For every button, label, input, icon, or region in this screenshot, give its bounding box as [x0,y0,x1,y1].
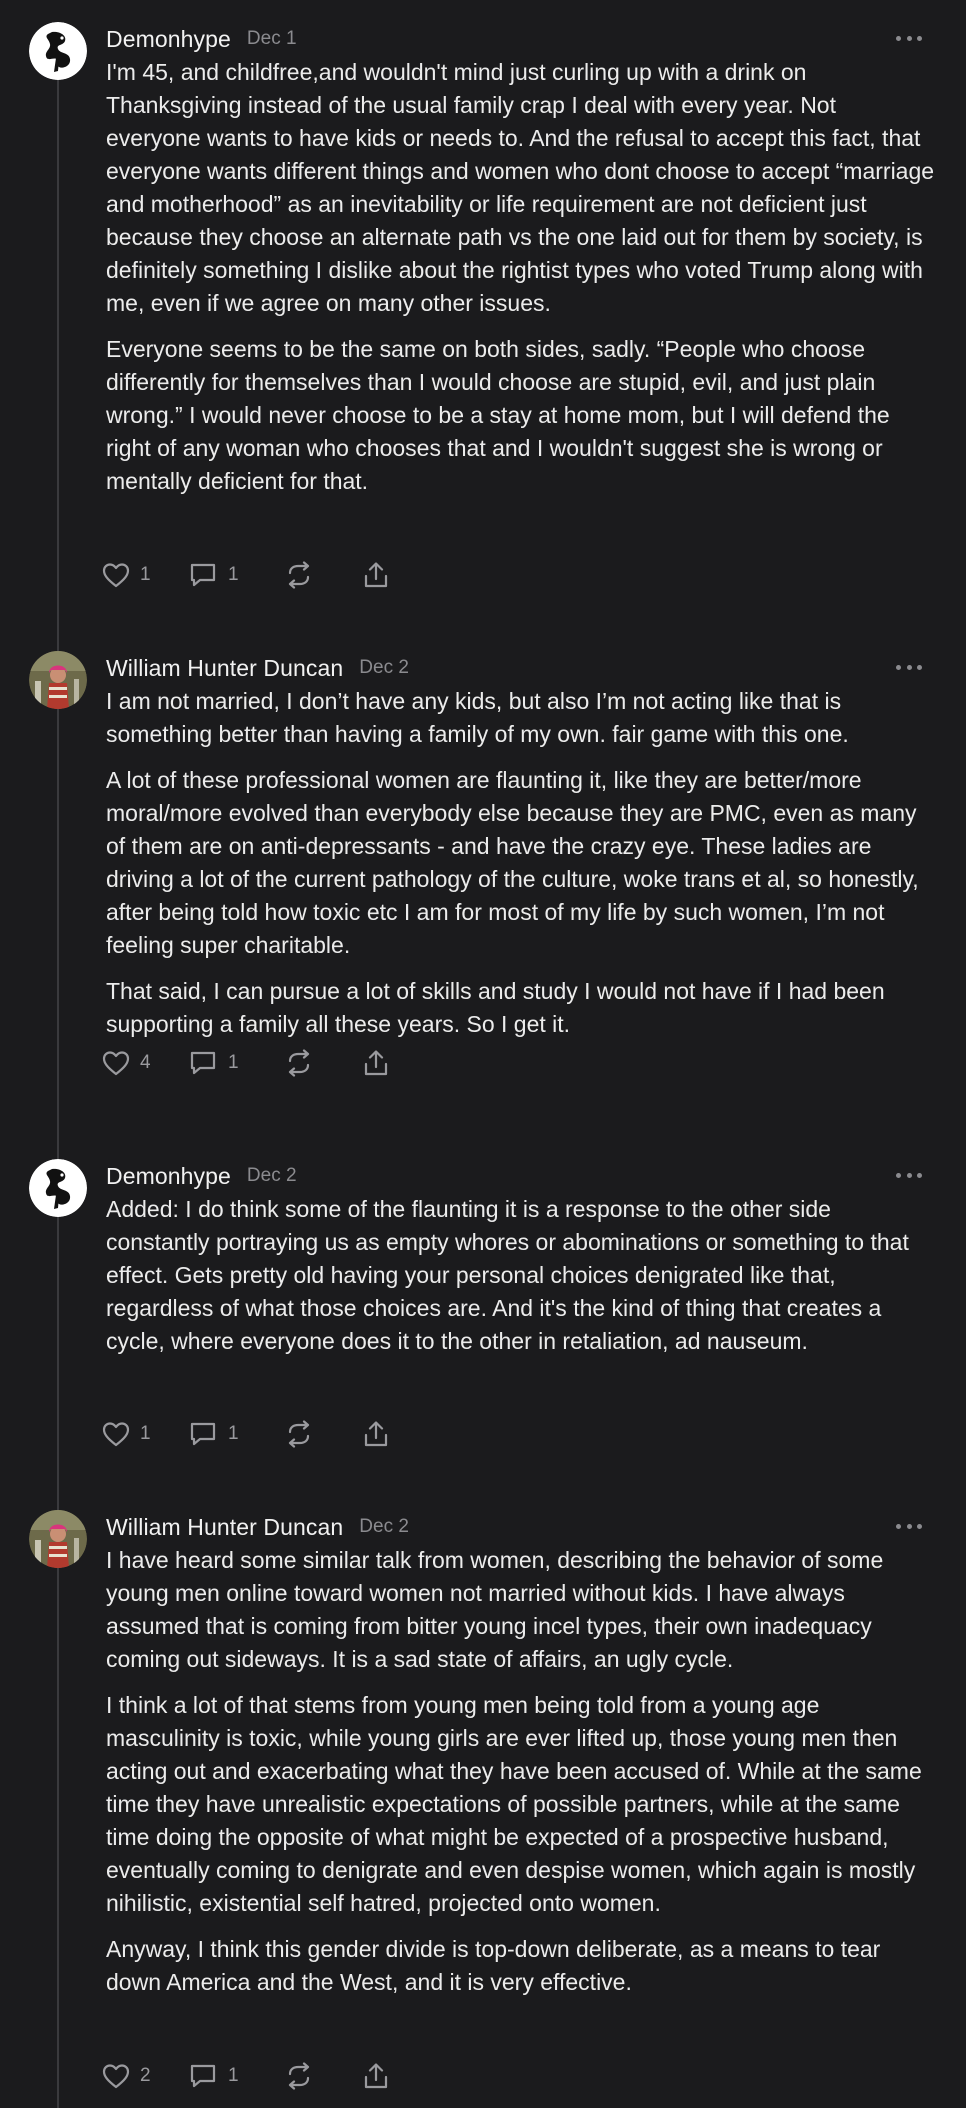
like-count: 4 [140,1052,151,1073]
avatar[interactable] [29,1510,87,1568]
comment-paragraph: Added: I do think some of the flaunting … [106,1196,909,1354]
comment-actions: 4 1 [102,1045,390,1081]
like-count: 1 [140,564,151,585]
comment-header: Demonhype Dec 1 [106,24,926,54]
heart-icon [102,562,130,588]
avatar[interactable] [29,22,87,80]
comment-header: Demonhype Dec 2 [106,1161,926,1191]
reply-count: 1 [228,1423,239,1444]
more-horizontal-icon[interactable] [896,1516,922,1536]
reply-button[interactable]: 1 [188,1049,284,1077]
reply-button[interactable]: 1 [188,2062,284,2090]
heart-icon [102,1421,130,1447]
author-name[interactable]: Demonhype [106,1163,231,1190]
comment-header: William Hunter Duncan Dec 2 [106,653,926,683]
like-count: 1 [140,1423,151,1444]
reply-button[interactable]: 1 [188,1420,284,1448]
comment-date[interactable]: Dec 2 [359,1516,409,1538]
comment-body: Added: I do think some of the flaunting … [106,1193,936,1371]
like-count: 2 [140,2065,151,2086]
author-name[interactable]: William Hunter Duncan [106,1514,343,1541]
share-icon [362,561,390,589]
restack-icon [284,561,314,589]
restack-button[interactable] [284,1420,362,1448]
comment-date[interactable]: Dec 1 [247,28,297,50]
like-button[interactable]: 1 [102,1421,188,1447]
restack-button[interactable] [284,561,362,589]
comment-paragraph: I think a lot of that stems from young m… [106,1692,922,1916]
comment-header: William Hunter Duncan Dec 2 [106,1512,926,1542]
share-icon [362,1420,390,1448]
comment-icon [188,1420,218,1448]
comment-actions: 1 1 [102,557,390,593]
comment-date[interactable]: Dec 2 [247,1165,297,1187]
heart-icon [102,1050,130,1076]
share-button[interactable] [362,1420,390,1448]
comment-actions: 2 1 [102,2058,390,2094]
reply-button[interactable]: 1 [188,561,284,589]
like-button[interactable]: 1 [102,562,188,588]
heart-icon [102,2063,130,2089]
share-button[interactable] [362,1049,390,1077]
comment-date[interactable]: Dec 2 [359,657,409,679]
comment-paragraph: A lot of these professional women are fl… [106,767,919,958]
restack-icon [284,1049,314,1077]
comment-body: I'm 45, and childfree,and wouldn't mind … [106,56,936,511]
comment-body: I am not married, I don’t have any kids,… [106,685,936,1054]
reply-count: 1 [228,1052,239,1073]
thread-line [57,80,59,2108]
comment-paragraph: I have heard some similar talk from wome… [106,1547,884,1672]
share-icon [362,1049,390,1077]
share-icon [362,2062,390,2090]
comment-paragraph: I'm 45, and childfree,and wouldn't mind … [106,59,935,316]
comment-body: I have heard some similar talk from wome… [106,1544,936,2012]
restack-icon [284,1420,314,1448]
reply-count: 1 [228,2065,239,2086]
avatar[interactable] [29,651,87,709]
restack-button[interactable] [284,1049,362,1077]
more-horizontal-icon[interactable] [896,657,922,677]
reply-count: 1 [228,564,239,585]
comment-icon [188,2062,218,2090]
comment-paragraph: Anyway, I think this gender divide is to… [106,1936,881,1995]
comment-actions: 1 1 [102,1416,390,1452]
restack-icon [284,2062,314,2090]
share-button[interactable] [362,561,390,589]
comment-paragraph: That said, I can pursue a lot of skills … [106,978,885,1037]
comment-icon [188,1049,218,1077]
author-name[interactable]: Demonhype [106,26,231,53]
comment-icon [188,561,218,589]
more-horizontal-icon[interactable] [896,28,922,48]
comment-paragraph: Everyone seems to be the same on both si… [106,336,890,494]
author-name[interactable]: William Hunter Duncan [106,655,343,682]
share-button[interactable] [362,2062,390,2090]
comment-paragraph: I am not married, I don’t have any kids,… [106,688,849,747]
avatar[interactable] [29,1159,87,1217]
more-horizontal-icon[interactable] [896,1165,922,1185]
like-button[interactable]: 2 [102,2063,188,2089]
like-button[interactable]: 4 [102,1050,188,1076]
restack-button[interactable] [284,2062,362,2090]
